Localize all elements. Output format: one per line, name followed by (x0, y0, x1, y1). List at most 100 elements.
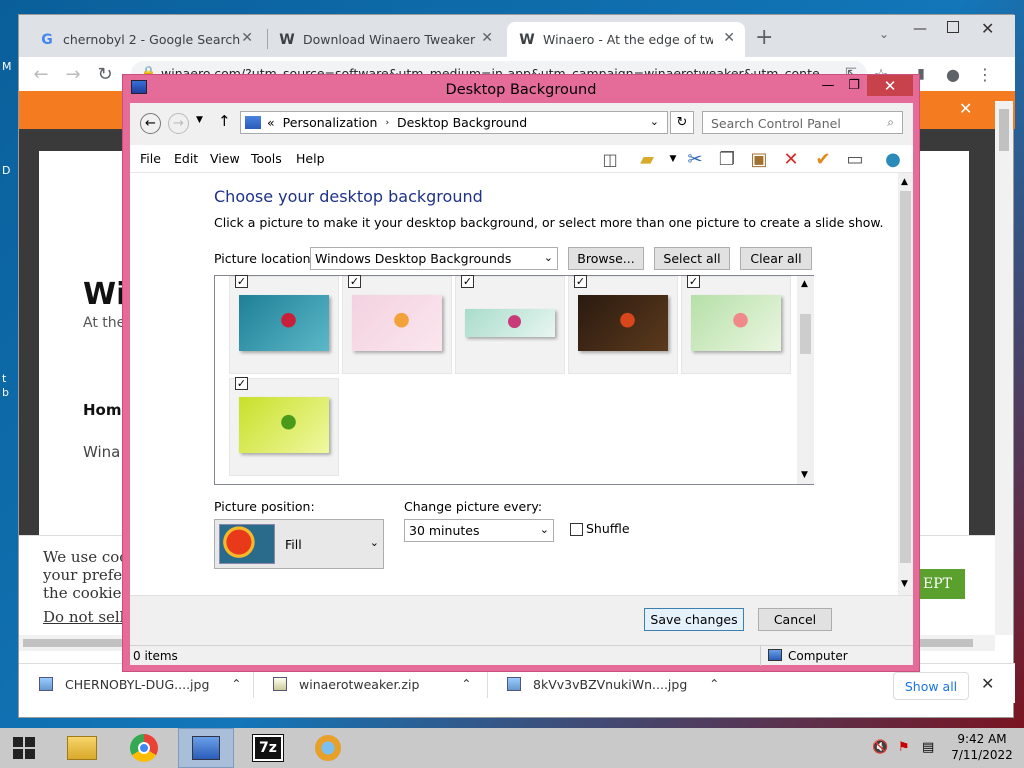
close-downloads-icon[interactable]: ✕ (981, 674, 994, 693)
profile-avatar-icon[interactable]: ● (941, 62, 965, 86)
clear-all-button[interactable]: Clear all (740, 247, 812, 270)
back-icon[interactable]: ← (29, 62, 53, 86)
close-icon[interactable]: ✕ (981, 19, 994, 38)
up-icon[interactable]: ↑ (218, 112, 231, 130)
network-icon[interactable]: ▤ (922, 740, 934, 755)
close-notification-icon[interactable]: ✕ (959, 99, 972, 118)
checkmark-icon[interactable]: ✔ (810, 147, 836, 171)
background-thumbnail[interactable]: ✓ (229, 275, 339, 374)
wallpaper-image (239, 397, 329, 453)
start-button[interactable] (0, 728, 48, 768)
accept-cookies-button[interactable]: EPT (919, 569, 965, 599)
gallery-scrollbar[interactable]: ▲ ▼ (797, 276, 814, 484)
file-explorer-icon[interactable] (54, 728, 110, 768)
globe-icon[interactable]: ● (880, 147, 906, 171)
tab-winaero-home[interactable]: W Winaero - At the edge of tweakin ✕ (507, 22, 745, 57)
menu-help[interactable]: Help (296, 145, 325, 173)
menu-tools[interactable]: Tools (251, 145, 282, 173)
maximize-icon[interactable] (947, 21, 959, 33)
scrollbar-thumb[interactable] (800, 314, 811, 354)
reload-icon[interactable]: ↻ (93, 62, 117, 86)
layout-pane-icon[interactable]: ◫ (597, 147, 623, 171)
cut-icon[interactable]: ✂ (682, 147, 708, 171)
chrome-icon[interactable] (116, 728, 172, 768)
maximize-icon[interactable]: ❐ (841, 75, 867, 96)
page-nav-home[interactable]: Hom (83, 401, 122, 419)
checkbox-checked[interactable]: ✓ (574, 275, 587, 288)
close-tab-icon[interactable]: ✕ (241, 30, 253, 46)
select-all-button[interactable]: Select all (654, 247, 730, 270)
clock-date: 7/11/2022 (951, 748, 1013, 762)
save-changes-button[interactable]: Save changes (644, 608, 744, 631)
address-box[interactable]: « Personalization › Desktop Background ⌄ (240, 111, 668, 134)
copy-icon[interactable]: ❐ (714, 147, 740, 171)
breadcrumb-desktop-background[interactable]: Desktop Background (397, 115, 527, 130)
scrollbar-thumb[interactable] (900, 191, 911, 563)
browse-button[interactable]: Browse... (568, 247, 644, 270)
properties-folder-icon[interactable]: ▰ (634, 147, 660, 171)
menu-edit[interactable]: Edit (174, 145, 198, 173)
tab-download-winaero[interactable]: W Download Winaero Tweaker ✕ (267, 22, 503, 57)
rename-icon[interactable]: ▭ (842, 147, 868, 171)
breadcrumb-personalization[interactable]: Personalization (283, 115, 378, 130)
back-icon[interactable]: ← (140, 113, 161, 134)
search-icon: ⌕ (887, 115, 894, 129)
background-thumbnail[interactable]: ✓ (681, 275, 791, 374)
picture-location-select[interactable]: Windows Desktop Backgrounds ⌄ (310, 247, 558, 270)
content-scrollbar[interactable]: ▲ ▼ (898, 173, 913, 595)
checkbox-checked[interactable]: ✓ (461, 275, 474, 288)
search-input[interactable]: Search Control Panel ⌕ (702, 111, 903, 134)
change-picture-select[interactable]: 30 minutes ⌄ (404, 519, 554, 542)
tab-search-icon[interactable]: ⌄ (879, 27, 889, 41)
minimize-icon[interactable]: — (913, 21, 927, 37)
clock[interactable]: 9:42 AM 7/11/2022 (950, 732, 1014, 762)
delete-icon[interactable]: ✕ (778, 147, 804, 171)
background-thumbnail[interactable]: ✓ (455, 275, 565, 374)
checkbox-checked[interactable]: ✓ (348, 275, 361, 288)
action-center-icon[interactable]: ⚑ (898, 740, 910, 755)
refresh-icon[interactable]: ↻ (670, 111, 694, 134)
volume-muted-icon[interactable]: 🔇 (872, 740, 888, 755)
control-panel-taskbar-button[interactable] (178, 728, 234, 768)
scroll-down-icon[interactable]: ▼ (901, 579, 908, 589)
menu-file[interactable]: File (140, 145, 161, 173)
checkbox-checked[interactable]: ✓ (687, 275, 700, 288)
menu-kebab-icon[interactable]: ⋮ (973, 62, 997, 86)
chrome-logo-icon (130, 734, 158, 762)
do-not-sell-link[interactable]: Do not sell (43, 608, 124, 626)
app-icon[interactable] (300, 728, 356, 768)
new-tab-button[interactable]: + (755, 25, 773, 50)
minimize-icon[interactable]: — (815, 75, 841, 96)
7zip-icon[interactable]: 7z (240, 728, 296, 768)
background-thumbnail[interactable]: ✓ (342, 275, 452, 374)
background-gallery[interactable]: ✓ ✓ ✓ ✓ ✓ ✓ ▲ ▼ (214, 275, 814, 485)
forward-icon[interactable]: → (168, 113, 189, 134)
scroll-up-icon[interactable]: ▲ (901, 177, 908, 187)
close-button[interactable]: ✕ (867, 75, 913, 96)
picture-position-label: Picture position: (214, 499, 315, 514)
background-thumbnail[interactable]: ✓ (229, 377, 339, 476)
checkbox-checked[interactable]: ✓ (235, 377, 248, 390)
chevron-right-icon[interactable]: › (385, 118, 389, 128)
chevron-up-icon[interactable]: ⌃ (461, 677, 471, 691)
scroll-up-icon[interactable]: ▲ (801, 279, 808, 289)
tab-google-search[interactable]: G chernobyl 2 - Google Search ✕ (27, 22, 263, 57)
checkbox-checked[interactable]: ✓ (235, 275, 248, 288)
chevron-down-icon[interactable]: ⌄ (650, 115, 659, 128)
cancel-button[interactable]: Cancel (758, 608, 832, 631)
scrollbar-thumb[interactable] (999, 109, 1009, 151)
picture-position-select[interactable]: Fill ⌄ (214, 519, 384, 569)
menu-view[interactable]: View (210, 145, 240, 173)
recent-pages-icon[interactable]: ▼ (196, 115, 203, 125)
close-tab-icon[interactable]: ✕ (481, 30, 493, 46)
page-scrollbar[interactable] (995, 101, 1013, 635)
close-tab-icon[interactable]: ✕ (723, 30, 735, 46)
scroll-down-icon[interactable]: ▼ (801, 470, 808, 480)
paste-icon[interactable]: ▣ (746, 147, 772, 171)
chevron-up-icon[interactable]: ⌃ (231, 677, 241, 691)
forward-icon[interactable]: → (61, 62, 85, 86)
chevron-up-icon[interactable]: ⌃ (709, 677, 719, 691)
shuffle-checkbox[interactable] (570, 523, 583, 536)
show-all-downloads-button[interactable]: Show all (893, 672, 969, 700)
background-thumbnail[interactable]: ✓ (568, 275, 678, 374)
